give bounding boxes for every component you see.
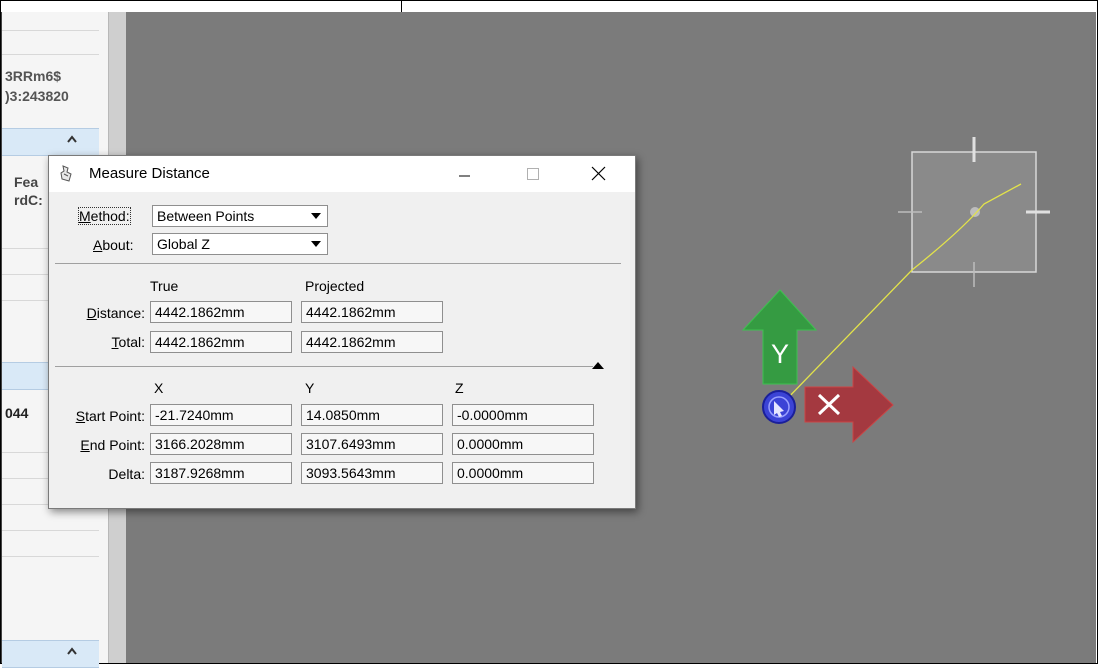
distance-true-field[interactable]: 4442.1862mm bbox=[150, 301, 292, 323]
chevron-down-icon bbox=[311, 241, 321, 247]
panel-divider bbox=[2, 54, 99, 55]
chevron-up-icon[interactable] bbox=[66, 133, 78, 145]
distance-label: Distance: bbox=[86, 305, 145, 321]
dialog-title: Measure Distance bbox=[89, 165, 210, 182]
window-divider bbox=[401, 0, 402, 12]
close-button[interactable] bbox=[577, 156, 623, 192]
snap-point-icon bbox=[762, 390, 796, 424]
chevron-down-icon bbox=[311, 213, 321, 219]
about-value: Global Z bbox=[157, 236, 210, 252]
about-select[interactable]: Global Z bbox=[152, 233, 328, 255]
separator bbox=[55, 263, 621, 264]
total-label: Total: bbox=[111, 334, 145, 350]
panel-text: )3:243820 bbox=[5, 88, 69, 104]
method-label: Method: bbox=[78, 207, 131, 225]
delta-y-field[interactable]: 3093.5643mm bbox=[301, 462, 443, 484]
total-true-field[interactable]: 4442.1862mm bbox=[150, 331, 292, 353]
minimize-icon bbox=[459, 175, 470, 177]
end-point-z-field[interactable]: 0.0000mm bbox=[452, 433, 594, 455]
start-point-label: Start Point: bbox=[75, 408, 145, 424]
total-projected-field[interactable]: 4442.1862mm bbox=[301, 331, 443, 353]
end-point-label: End Point: bbox=[80, 437, 145, 453]
panel-divider bbox=[2, 30, 99, 31]
panel-section-header[interactable] bbox=[2, 128, 99, 156]
minimize-button[interactable] bbox=[441, 156, 487, 192]
maximize-button[interactable] bbox=[509, 156, 555, 192]
panel-divider bbox=[2, 556, 99, 557]
cursor-box-icon bbox=[898, 137, 1050, 287]
true-header: True bbox=[150, 278, 179, 294]
collapse-triangle-icon[interactable] bbox=[591, 361, 605, 371]
separator bbox=[55, 366, 593, 367]
axis-y-label: Y bbox=[771, 339, 789, 369]
measure-distance-icon bbox=[60, 165, 72, 182]
method-select[interactable]: Between Points bbox=[152, 205, 328, 227]
distance-projected-field[interactable]: 4442.1862mm bbox=[301, 301, 443, 323]
y-header: Y bbox=[305, 380, 315, 396]
method-value: Between Points bbox=[157, 208, 255, 224]
start-point-z-field[interactable]: -0.0000mm bbox=[452, 404, 594, 426]
about-label: About: bbox=[93, 237, 134, 253]
z-header: Z bbox=[455, 380, 464, 396]
start-point-x-field[interactable]: -21.7240mm bbox=[150, 404, 292, 426]
panel-divider bbox=[2, 530, 99, 531]
delta-label: Delta: bbox=[108, 466, 145, 482]
end-point-y-field[interactable]: 3107.6493mm bbox=[301, 433, 443, 455]
chevron-up-icon[interactable] bbox=[66, 645, 78, 657]
start-point-y-field[interactable]: 14.0850mm bbox=[301, 404, 443, 426]
x-header: X bbox=[154, 380, 164, 396]
dialog-titlebar[interactable]: Measure Distance bbox=[49, 156, 635, 192]
end-point-x-field[interactable]: 3166.2028mm bbox=[150, 433, 292, 455]
delta-z-field[interactable]: 0.0000mm bbox=[452, 462, 594, 484]
projected-header: Projected bbox=[305, 278, 365, 294]
maximize-icon bbox=[527, 168, 539, 180]
close-icon bbox=[591, 166, 606, 181]
panel-text: 3RRm6$ bbox=[5, 68, 62, 84]
delta-x-field[interactable]: 3187.9268mm bbox=[150, 462, 292, 484]
measure-distance-dialog: Measure Distance Method: Between Points … bbox=[48, 155, 636, 509]
